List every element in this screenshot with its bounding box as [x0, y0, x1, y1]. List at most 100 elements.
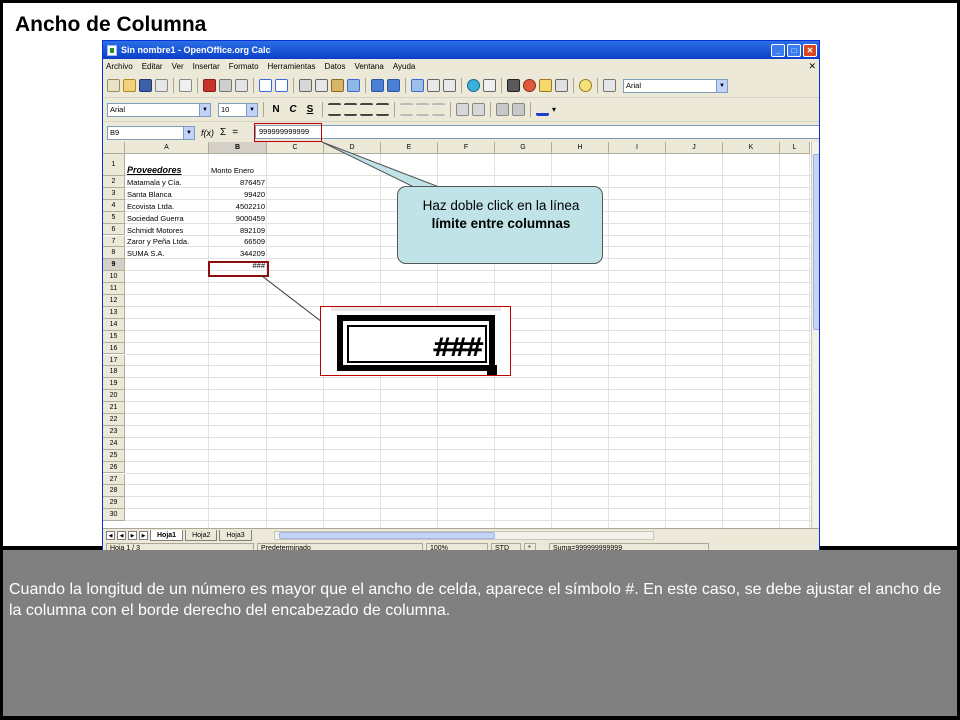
menu-archivo[interactable]: Archivo — [106, 62, 133, 71]
column-header-a[interactable]: A — [125, 142, 209, 154]
paste-icon[interactable] — [331, 79, 344, 92]
hyperlink-icon[interactable] — [411, 79, 424, 92]
column-header-l[interactable]: L — [780, 142, 810, 154]
formula-input[interactable]: 999999999999 — [255, 125, 819, 139]
menu-editar[interactable]: Editar — [142, 62, 163, 71]
sort-ascending-icon[interactable] — [427, 79, 440, 92]
outline-icon[interactable] — [512, 103, 525, 116]
cell-b2[interactable]: 876457 — [211, 177, 265, 188]
align-left-icon[interactable] — [328, 103, 341, 116]
row-header-28[interactable]: 28 — [103, 485, 125, 498]
underline-button[interactable]: S — [303, 104, 317, 115]
menu-ver[interactable]: Ver — [172, 62, 184, 71]
cell-a1[interactable]: Proveedores — [127, 165, 207, 176]
menu-formato[interactable]: Formato — [229, 62, 259, 71]
row-header-8[interactable]: 8 — [103, 247, 125, 260]
cell-a8[interactable]: SUMA S.A. — [127, 248, 207, 259]
column-header-b[interactable]: B — [209, 142, 267, 154]
menu-insertar[interactable]: Insertar — [193, 62, 220, 71]
find-replace-icon[interactable] — [507, 79, 520, 92]
chart-icon[interactable] — [467, 79, 480, 92]
cell-b7[interactable]: 66509 — [211, 236, 265, 247]
menu-ayuda[interactable]: Ayuda — [393, 62, 416, 71]
row-header-11[interactable]: 11 — [103, 283, 125, 295]
undo-icon[interactable] — [371, 79, 384, 92]
bold-button[interactable]: N — [269, 104, 283, 115]
new-document-icon[interactable] — [107, 79, 120, 92]
cell-a2[interactable]: Matamala y Cía. — [127, 177, 207, 188]
vertical-scroll-thumb[interactable] — [813, 154, 819, 330]
gallery-icon[interactable] — [539, 79, 552, 92]
cell-b1[interactable]: Monto Enero — [211, 165, 265, 176]
row-header-16[interactable]: 16 — [103, 342, 125, 355]
font-name-combo-2[interactable]: Arial ▼ — [623, 78, 728, 93]
close-button[interactable]: ✕ — [803, 43, 817, 57]
merge-cells-icon[interactable] — [400, 103, 413, 116]
row-header-30[interactable]: 30 — [103, 509, 125, 522]
export-pdf-icon[interactable] — [203, 79, 216, 92]
cell-a5[interactable]: Sociedad Guerra — [127, 213, 207, 224]
column-header-k[interactable]: K — [723, 142, 780, 154]
navigator-icon[interactable] — [523, 79, 536, 92]
column-header-c[interactable]: C — [267, 142, 324, 154]
cell-b4[interactable]: 4502210 — [211, 201, 265, 212]
menu-datos[interactable]: Datos — [325, 62, 346, 71]
row-header-22[interactable]: 22 — [103, 414, 125, 426]
row-header-20[interactable]: 20 — [103, 390, 125, 403]
cell-b6[interactable]: 892109 — [211, 225, 265, 236]
row-header-10[interactable]: 10 — [103, 271, 125, 284]
chevron-down-icon[interactable]: ▼ — [199, 103, 210, 116]
column-header-i[interactable]: I — [609, 142, 666, 154]
row-header-27[interactable]: 27 — [103, 473, 125, 486]
maximize-button[interactable]: □ — [787, 43, 801, 57]
chevron-down-icon[interactable]: ▼ — [183, 126, 194, 139]
font-name-combo[interactable]: Arial ▼ — [107, 102, 211, 117]
edit-file-icon[interactable] — [179, 79, 192, 92]
help-icon[interactable] — [579, 79, 592, 92]
italic-button[interactable]: C — [286, 104, 300, 115]
chevron-down-icon[interactable]: ▼ — [716, 79, 727, 92]
column-header-j[interactable]: J — [666, 142, 723, 154]
minimize-button[interactable]: _ — [771, 43, 785, 57]
print-icon[interactable] — [219, 79, 232, 92]
align-center-icon[interactable] — [344, 103, 357, 116]
align-top-icon[interactable] — [416, 103, 429, 116]
chevron-down-icon[interactable]: ▾ — [552, 105, 556, 114]
cell-a3[interactable]: Santa Blanca — [127, 189, 207, 200]
decrease-font-icon[interactable] — [472, 103, 485, 116]
align-right-icon[interactable] — [360, 103, 373, 116]
function-wizard-button[interactable]: f(x) — [201, 128, 214, 138]
sum-button[interactable]: Σ — [220, 127, 226, 138]
row-header-7[interactable]: 7 — [103, 235, 125, 248]
draw-functions-icon[interactable] — [483, 79, 496, 92]
horizontal-scrollbar[interactable] — [273, 530, 654, 540]
print-preview-icon[interactable] — [235, 79, 248, 92]
row-header-24[interactable]: 24 — [103, 437, 125, 450]
row-header-2[interactable]: 2 — [103, 176, 125, 188]
font-color-icon[interactable] — [536, 103, 549, 116]
row-header-29[interactable]: 29 — [103, 497, 125, 510]
row-header-6[interactable]: 6 — [103, 223, 125, 236]
form-icon[interactable] — [603, 79, 616, 92]
first-sheet-icon[interactable]: ◀ — [106, 530, 115, 540]
format-paintbrush-icon[interactable] — [347, 79, 360, 92]
sheet-tab-hoja3[interactable]: Hoja3 — [219, 529, 252, 541]
increase-font-icon[interactable] — [456, 103, 469, 116]
sort-descending-icon[interactable] — [443, 79, 456, 92]
row-header-9[interactable]: 9 — [103, 259, 125, 272]
column-header-f[interactable]: F — [438, 142, 495, 154]
shadow-icon[interactable] — [496, 103, 509, 116]
menu-ventana[interactable]: Ventana — [354, 62, 383, 71]
cell-a6[interactable]: Schmidt Motores — [127, 225, 207, 236]
name-box[interactable]: B9 ▼ — [107, 125, 195, 140]
cell-b5[interactable]: 9000459 — [211, 213, 265, 224]
row-header-5[interactable]: 5 — [103, 211, 125, 224]
menu-herramientas[interactable]: Herramientas — [268, 62, 316, 71]
open-folder-icon[interactable] — [123, 79, 136, 92]
autospellcheck-icon[interactable] — [275, 79, 288, 92]
column-header-d[interactable]: D — [324, 142, 381, 154]
equals-button[interactable]: = — [232, 127, 238, 138]
row-header-25[interactable]: 25 — [103, 449, 125, 462]
select-all-corner[interactable] — [103, 142, 125, 154]
redo-icon[interactable] — [387, 79, 400, 92]
